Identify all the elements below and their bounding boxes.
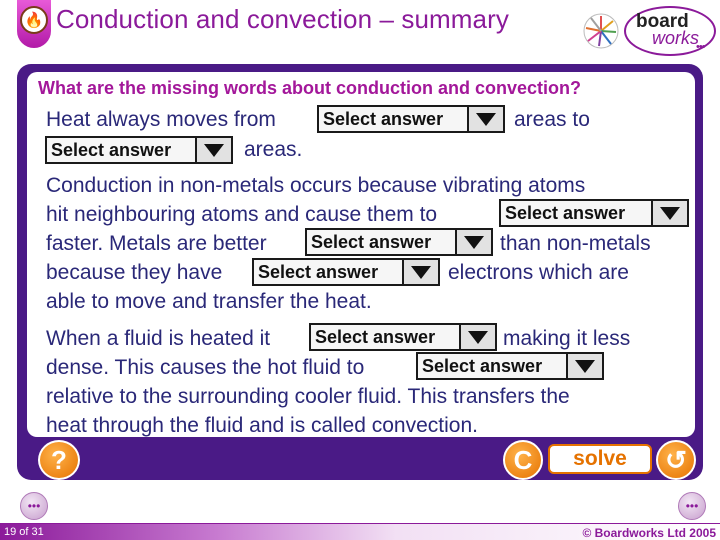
p2-line5: able to move and transfer the heat. <box>46 290 372 313</box>
p2-line3-b: than non-metals <box>500 232 651 255</box>
select-label: Select answer <box>418 354 568 378</box>
select-label: Select answer <box>311 325 461 349</box>
answer-select-4[interactable]: Select answer <box>305 228 493 256</box>
p2-line3-a: faster. Metals are better <box>46 232 267 255</box>
clear-button[interactable]: C <box>503 440 543 480</box>
reset-button[interactable]: ↺ <box>656 440 696 480</box>
dropdown-arrow-icon <box>197 138 231 162</box>
boardworks-logo: board works ••• <box>624 6 716 56</box>
p2-line4-b: electrons which are <box>448 261 629 284</box>
answer-select-5[interactable]: Select answer <box>252 258 440 286</box>
flame-icon: 🔥 <box>20 6 48 34</box>
page-title: Conduction and convection – summary <box>56 4 509 34</box>
p2-line1: Conduction in non-metals occurs because … <box>46 174 586 197</box>
dropdown-arrow-icon <box>653 201 687 225</box>
dropdown-arrow-icon <box>461 325 495 349</box>
select-label: Select answer <box>254 260 404 284</box>
answer-select-2[interactable]: Select answer <box>45 136 233 164</box>
dropdown-arrow-icon <box>469 107 503 131</box>
answer-select-6[interactable]: Select answer <box>309 323 497 351</box>
p3-line3: relative to the surrounding cooler fluid… <box>46 385 570 408</box>
select-label: Select answer <box>307 230 457 254</box>
p3-line1-a: When a fluid is heated it <box>46 327 271 350</box>
dropdown-arrow-icon <box>568 354 602 378</box>
p1-line1-b: areas to <box>514 108 590 131</box>
p2-line4-a: because they have <box>46 261 223 284</box>
solve-button[interactable]: solve <box>548 444 652 474</box>
p3-line2-a: dense. This causes the hot fluid to <box>46 356 365 379</box>
copyright-text: © Boardworks Ltd 2005 <box>582 526 716 540</box>
page-number: 19 of 31 <box>4 526 44 538</box>
previous-slide-button[interactable]: ••• <box>20 492 48 520</box>
next-slide-button[interactable]: ••• <box>678 492 706 520</box>
p3-line1-b: making it less <box>503 327 631 350</box>
dropdown-arrow-icon <box>457 230 491 254</box>
color-wheel-icon <box>583 13 619 49</box>
answer-select-1[interactable]: Select answer <box>317 105 505 133</box>
help-button[interactable]: ? <box>38 440 80 480</box>
p1-line1-a: Heat always moves from <box>46 108 276 131</box>
dropdown-arrow-icon <box>404 260 438 284</box>
logo-works-text: works <box>652 28 700 48</box>
p3-line4: heat through the fluid and is called con… <box>46 414 478 437</box>
answer-select-7[interactable]: Select answer <box>416 352 604 380</box>
p2-line2-a: hit neighbouring atoms and cause them to <box>46 203 438 226</box>
answer-select-3[interactable]: Select answer <box>499 199 689 227</box>
logo-dots: ••• <box>696 41 706 53</box>
select-label: Select answer <box>319 107 469 131</box>
select-label: Select answer <box>47 138 197 162</box>
question-heading: What are the missing words about conduct… <box>38 78 582 98</box>
select-label: Select answer <box>501 201 653 225</box>
p1-line2-b: areas. <box>244 138 303 161</box>
